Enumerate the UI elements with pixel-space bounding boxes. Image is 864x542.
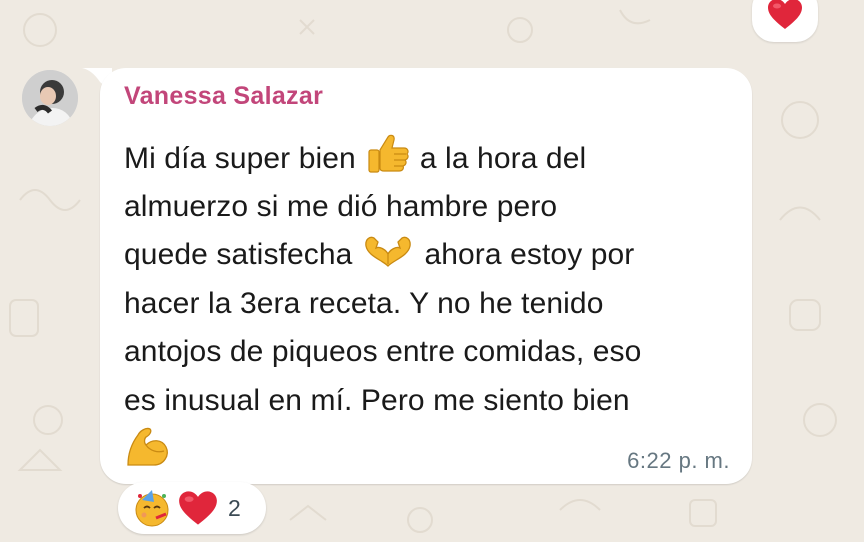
message-line: almuerzo si me dió hambre pero	[124, 189, 558, 223]
message-line: es inusual en mí. Pero me siento bien	[124, 383, 630, 417]
message-line: quede satisfecha ahora estoy por	[124, 231, 734, 280]
previous-message-reaction[interactable]	[752, 0, 818, 42]
flexed-biceps-icon	[127, 427, 168, 466]
message-bubble[interactable]: Vanessa Salazar Mi día super bien a la h…	[100, 68, 752, 484]
thumbs-up-icon	[368, 134, 409, 173]
red-heart-icon	[179, 491, 217, 525]
reactions-summary[interactable]: 2	[118, 482, 266, 534]
heart-hands-icon	[365, 236, 412, 267]
reaction-count: 2	[228, 494, 241, 521]
message-line: Mi día super bien a la hora del	[124, 134, 734, 183]
avatar-photo-icon	[22, 70, 78, 126]
message-line: antojos de piqueos entre comidas, eso	[124, 335, 642, 368]
message-line: hacer la 3era receta. Y no he tenido	[124, 286, 604, 320]
red-heart-icon	[768, 0, 802, 29]
sender-avatar[interactable]	[22, 70, 78, 126]
message-timestamp: 6:22 p. m.	[627, 448, 730, 473]
partying-face-icon	[135, 490, 169, 527]
message-text: Mi día super bien a la hora del almuerzo…	[124, 134, 734, 474]
sender-name[interactable]: Vanessa Salazar	[124, 82, 323, 111]
